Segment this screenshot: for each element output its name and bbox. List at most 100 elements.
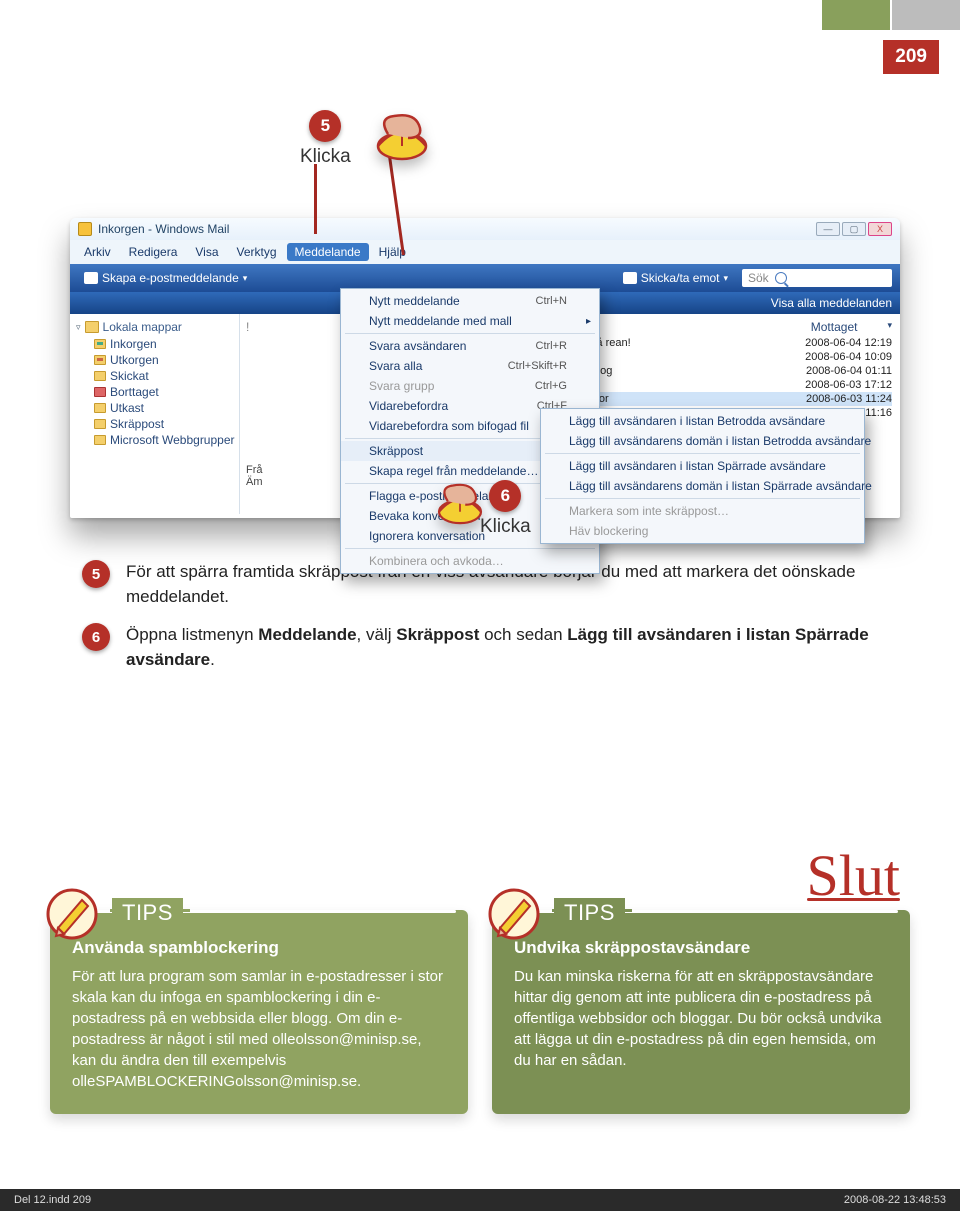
menu-dropdown-junk: Lägg till avsändaren i listan Betrodda a… — [540, 408, 865, 544]
sort-arrow-icon: ▾ — [887, 320, 892, 334]
slut-label: Slut — [807, 850, 901, 902]
mi-label: Häv blockering — [569, 524, 648, 538]
folder-label: Microsoft Webbgrupper — [110, 433, 235, 447]
drafts-icon — [94, 403, 106, 413]
mi-shortcut: Ctrl+R — [536, 340, 567, 352]
chevron-down-icon: ▾ — [243, 273, 248, 284]
outbox-icon — [94, 355, 106, 365]
mi-label: Lägg till avsändarens domän i listan Bet… — [569, 434, 871, 448]
webgroups-icon — [94, 435, 106, 445]
menu-redigera[interactable]: Redigera — [121, 243, 186, 261]
toolbar-send-receive[interactable]: Skicka/ta emot▾ — [617, 269, 734, 287]
sync-icon — [623, 272, 637, 284]
mi-add-blocked-domain[interactable]: Lägg till avsändarens domän i listan Spä… — [541, 476, 864, 496]
mi-add-safe-domain[interactable]: Lägg till avsändarens domän i listan Bet… — [541, 431, 864, 451]
menu-separator — [345, 548, 595, 549]
preview-subject-label: Äm — [246, 476, 263, 488]
menu-arkiv[interactable]: Arkiv — [76, 243, 119, 261]
folder-tree: ▿Lokala mappar Inkorgen Utkorgen Skickat… — [70, 314, 240, 514]
window-close-button[interactable]: X — [868, 222, 892, 236]
toolbar-create-mail[interactable]: Skapa e-postmeddelande▾ — [78, 269, 253, 287]
junk-icon — [94, 419, 106, 429]
mi-new[interactable]: Nytt meddelandeCtrl+N — [341, 291, 599, 311]
mi-label: Ignorera konversation — [369, 529, 485, 543]
tips-body: Du kan minska riskerna för att en skräpp… — [514, 966, 888, 1071]
mi-label: Svara alla — [369, 359, 422, 373]
folder-icon — [85, 321, 99, 333]
mi-shortcut: Ctrl+N — [536, 295, 567, 307]
menu-separator — [545, 498, 860, 499]
mi-add-safe-sender[interactable]: Lägg till avsändaren i listan Betrodda a… — [541, 411, 864, 431]
col-received[interactable]: Mottaget — [811, 320, 858, 334]
msg-date: 2008-06-04 12:19 — [805, 337, 892, 349]
msg-date: 2008-06-03 11:24 — [806, 393, 892, 405]
search-icon — [775, 272, 787, 284]
mi-add-blocked-sender[interactable]: Lägg till avsändaren i listan Spärrade a… — [541, 456, 864, 476]
menubar: Arkiv Redigera Visa Verktyg Meddelande H… — [70, 240, 900, 264]
chevron-down-icon: ▾ — [723, 273, 728, 284]
menu-hjalp[interactable]: Hjälp — [371, 243, 414, 261]
t: . — [210, 650, 215, 669]
folder-label: Skräppost — [110, 417, 164, 431]
folder-label: Utkast — [110, 401, 144, 415]
page-number: 209 — [883, 40, 939, 74]
menu-separator — [545, 453, 860, 454]
tips-title: Använda spamblockering — [72, 936, 446, 960]
tips-legend: TIPS — [554, 898, 625, 929]
folder-label: Borttaget — [110, 385, 159, 399]
t: Öppna listmenyn — [126, 625, 258, 644]
mi-shortcut: Ctrl+Skift+R — [508, 360, 567, 372]
menu-meddelande[interactable]: Meddelande — [287, 243, 369, 261]
window-maximize-button[interactable]: ▢ — [842, 222, 866, 236]
folder-webgroups[interactable]: Microsoft Webbgrupper — [94, 432, 237, 448]
window-minimize-button[interactable]: — — [816, 222, 840, 236]
t: Skräppost — [396, 625, 479, 644]
mi-label: Kombinera och avkoda… — [369, 554, 504, 568]
t: Meddelande — [258, 625, 356, 644]
folder-borttaget[interactable]: Borttaget — [94, 384, 237, 400]
tips-row: TIPS Använda spamblockering För att lura… — [0, 910, 960, 1114]
mouse-icon-5 — [370, 110, 434, 167]
sent-icon — [94, 371, 106, 381]
mi-label: Lägg till avsändarens domän i listan Spä… — [569, 479, 872, 493]
mi-unblock: Häv blockering — [541, 521, 864, 541]
mi-reply-group: Svara gruppCtrl+G — [341, 376, 599, 396]
mi-new-template[interactable]: Nytt meddelande med mall▸ — [341, 311, 599, 331]
folder-skickat[interactable]: Skickat — [94, 368, 237, 384]
mi-label: Vidarebefordra — [369, 399, 448, 413]
mi-label: Svara grupp — [369, 379, 434, 393]
mi-label: Vidarebefordra som bifogad fil — [369, 419, 529, 433]
callout-label-klicka-6: Klicka — [480, 516, 531, 538]
pointer-line — [314, 164, 317, 234]
screenshot-windows-mail: Inkorgen - Windows Mail — ▢ X Arkiv Redi… — [70, 218, 900, 518]
tree-root[interactable]: ▿Lokala mappar — [72, 318, 237, 336]
mi-reply[interactable]: Svara avsändaren Ctrl+R — [341, 336, 599, 356]
app-icon — [78, 222, 92, 236]
toolbar-send-receive-label: Skicka/ta emot — [641, 271, 720, 285]
folder-inkorgen[interactable]: Inkorgen — [94, 336, 237, 352]
mi-label: Skapa regel från meddelande… — [369, 464, 538, 478]
folder-skrappost[interactable]: Skräppost — [94, 416, 237, 432]
pencil-badge-icon — [486, 886, 542, 942]
menu-visa[interactable]: Visa — [187, 243, 226, 261]
submenu-arrow-icon: ▸ — [586, 316, 591, 327]
t: , välj — [357, 625, 397, 644]
mi-label: Svara avsändaren — [369, 339, 466, 353]
folder-utkorgen[interactable]: Utkorgen — [94, 352, 237, 368]
tab-blank — [752, 0, 820, 30]
preview-header: Frå Äm — [246, 464, 263, 488]
show-all-messages[interactable]: Visa alla meddelanden — [771, 296, 892, 310]
menu-verktyg[interactable]: Verktyg — [229, 243, 285, 261]
step-bubble-5: 5 — [309, 110, 341, 142]
side-tabs — [750, 0, 960, 30]
search-input[interactable]: Sök — [742, 269, 892, 287]
tab-grey — [892, 0, 960, 30]
menu-separator — [345, 333, 595, 334]
window-titlebar: Inkorgen - Windows Mail — ▢ X — [70, 218, 900, 240]
trash-icon — [94, 387, 106, 397]
folder-utkast[interactable]: Utkast — [94, 400, 237, 416]
step-6-text: Öppna listmenyn Meddelande, välj Skräppo… — [126, 623, 882, 672]
folder-label: Utkorgen — [110, 353, 159, 367]
mi-reply-all[interactable]: Svara alla Ctrl+Skift+R — [341, 356, 599, 376]
mi-label: Skräppost — [369, 444, 423, 458]
